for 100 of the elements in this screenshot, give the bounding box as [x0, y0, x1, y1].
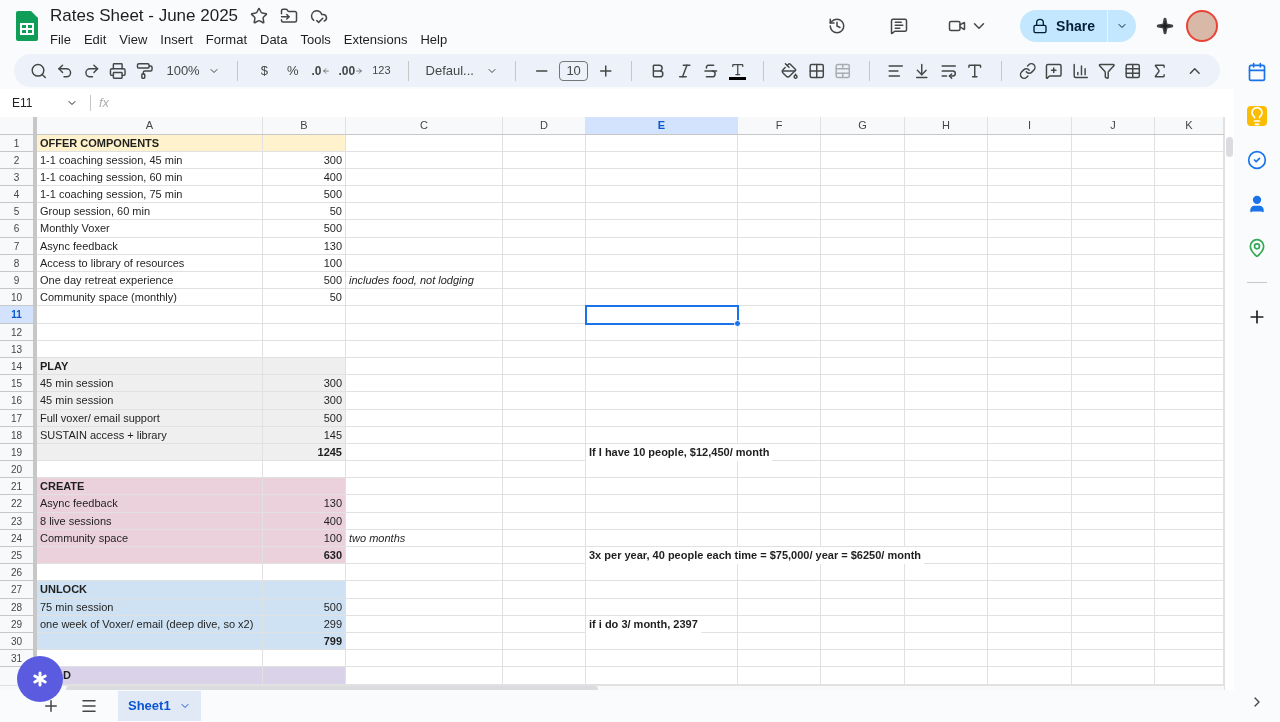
- menu-item[interactable]: Data: [260, 29, 288, 49]
- link-icon[interactable]: [1018, 61, 1037, 80]
- cell-text: CREATE: [39, 479, 86, 495]
- cell-text: 45 min session: [39, 393, 115, 409]
- row-header[interactable]: 26: [0, 564, 37, 582]
- cell-text: 400: [322, 169, 343, 185]
- cell-text: One day retreat experience: [39, 273, 175, 288]
- row-header[interactable]: 4: [0, 186, 37, 204]
- cell-text: Async feedback: [39, 496, 119, 512]
- fill-handle[interactable]: [734, 319, 741, 327]
- row-header[interactable]: 5: [0, 203, 37, 221]
- arrow-left-icon: [321, 66, 330, 75]
- cell-text: 100: [322, 530, 343, 546]
- column-header[interactable]: G: [821, 117, 905, 134]
- cell-text: D: [62, 668, 72, 684]
- comment-icon[interactable]: [890, 17, 909, 35]
- chart-icon[interactable]: [1071, 61, 1089, 80]
- cell-text: Access to library of resources: [39, 255, 186, 271]
- cell-text: 1-1 coaching session, 45 min: [39, 152, 184, 168]
- sparkle-icon[interactable]: [1156, 17, 1174, 35]
- avatar[interactable]: [1186, 10, 1218, 42]
- menu-item[interactable]: Help: [420, 29, 448, 49]
- cell-text: 45 min session: [39, 376, 115, 392]
- all-sheets-icon[interactable]: [80, 697, 98, 715]
- arrow-right-icon: [355, 66, 364, 75]
- cell-text: 300: [322, 376, 343, 392]
- history-icon[interactable]: [828, 17, 847, 35]
- column-header[interactable]: E: [586, 117, 738, 134]
- column-header[interactable]: H: [905, 117, 988, 134]
- row-header[interactable]: 22: [0, 495, 37, 513]
- share-button[interactable]: Share: [1020, 10, 1136, 42]
- menu-item[interactable]: View: [119, 29, 148, 49]
- currency-button[interactable]: $: [254, 60, 275, 81]
- folder-icon[interactable]: [280, 6, 299, 25]
- add-comment-icon[interactable]: [1045, 61, 1063, 80]
- row-header[interactable]: 27: [0, 581, 37, 599]
- menu-item[interactable]: Edit: [83, 29, 107, 49]
- table-icon[interactable]: [1124, 61, 1142, 80]
- row-header[interactable]: 15: [0, 375, 37, 393]
- cell-text: includes food, not lodging: [348, 273, 475, 288]
- cell-text: 130: [322, 238, 343, 254]
- cell-text: 500: [322, 410, 343, 426]
- document-title[interactable]: Rates Sheet - June 2025: [50, 3, 239, 29]
- row-header[interactable]: 21: [0, 478, 37, 496]
- font-dropdown[interactable]: Defaul...: [425, 60, 498, 81]
- cell-text: 300: [322, 152, 343, 168]
- zoom-dropdown[interactable]: 100%: [166, 60, 220, 81]
- calendar-icon[interactable]: [1247, 62, 1267, 82]
- paint-format-icon[interactable]: [135, 61, 154, 80]
- row-header[interactable]: 16: [0, 392, 37, 410]
- increase-decimals-button[interactable]: .00: [338, 61, 364, 80]
- cell-text: 145: [322, 427, 343, 443]
- row-header[interactable]: 6: [0, 220, 37, 238]
- horizontal-scrollbar[interactable]: [66, 685, 598, 690]
- column-header[interactable]: F: [738, 117, 821, 134]
- strikethrough-icon[interactable]: [702, 61, 720, 80]
- tasks-icon[interactable]: [1247, 150, 1267, 170]
- cell-text: 1-1 coaching session, 75 min: [39, 187, 184, 203]
- cell-text: Community space (monthly): [39, 290, 178, 306]
- menu-item[interactable]: File: [50, 29, 71, 49]
- vertical-scrollbar[interactable]: [1226, 137, 1233, 157]
- row-header[interactable]: 20: [0, 461, 37, 479]
- number-format-button[interactable]: 123: [372, 62, 391, 79]
- fx-label: fx: [99, 94, 110, 113]
- valign-icon[interactable]: [913, 61, 931, 80]
- cell-text: two months: [348, 530, 407, 546]
- selected-cell[interactable]: [586, 306, 738, 324]
- fill-color-icon[interactable]: [781, 61, 799, 80]
- spreadsheet-logo[interactable]: [16, 11, 38, 41]
- decrease-decimals-button[interactable]: .0: [311, 61, 330, 80]
- column-header[interactable]: I: [988, 117, 1072, 134]
- print-icon[interactable]: [109, 61, 127, 80]
- undo-icon[interactable]: [56, 61, 74, 80]
- contacts-icon[interactable]: [1247, 194, 1267, 214]
- cell-text: 300: [322, 393, 343, 409]
- text-color-icon[interactable]: [728, 61, 747, 80]
- star-icon[interactable]: [250, 6, 269, 25]
- lock-icon: [1032, 18, 1049, 34]
- column-header[interactable]: C: [346, 117, 503, 134]
- menu-item[interactable]: Extensions: [343, 29, 408, 49]
- menu-item[interactable]: Format: [205, 29, 247, 49]
- percent-button[interactable]: %: [283, 60, 303, 81]
- column-header[interactable]: J: [1072, 117, 1155, 134]
- borders-icon[interactable]: [807, 61, 826, 80]
- row-header[interactable]: 11: [0, 306, 37, 324]
- sheet-tab[interactable]: Sheet1: [118, 691, 201, 721]
- search-icon[interactable]: [30, 61, 48, 80]
- row-header[interactable]: 25: [0, 547, 37, 565]
- column-header[interactable]: B: [263, 117, 346, 134]
- row-header[interactable]: 10: [0, 289, 37, 307]
- filter-icon[interactable]: [1098, 61, 1116, 80]
- add-sheet-icon[interactable]: [42, 697, 60, 715]
- menu-item[interactable]: Insert: [160, 29, 193, 49]
- cell-reference-field[interactable]: E11: [0, 94, 82, 112]
- column-header[interactable]: A: [37, 117, 263, 134]
- menu-item[interactable]: Tools: [300, 29, 331, 49]
- row-header[interactable]: 9: [0, 272, 37, 290]
- rotate-text-icon[interactable]: [966, 61, 984, 80]
- font-size-field[interactable]: 10: [559, 60, 588, 81]
- maps-icon[interactable]: [1247, 238, 1267, 258]
